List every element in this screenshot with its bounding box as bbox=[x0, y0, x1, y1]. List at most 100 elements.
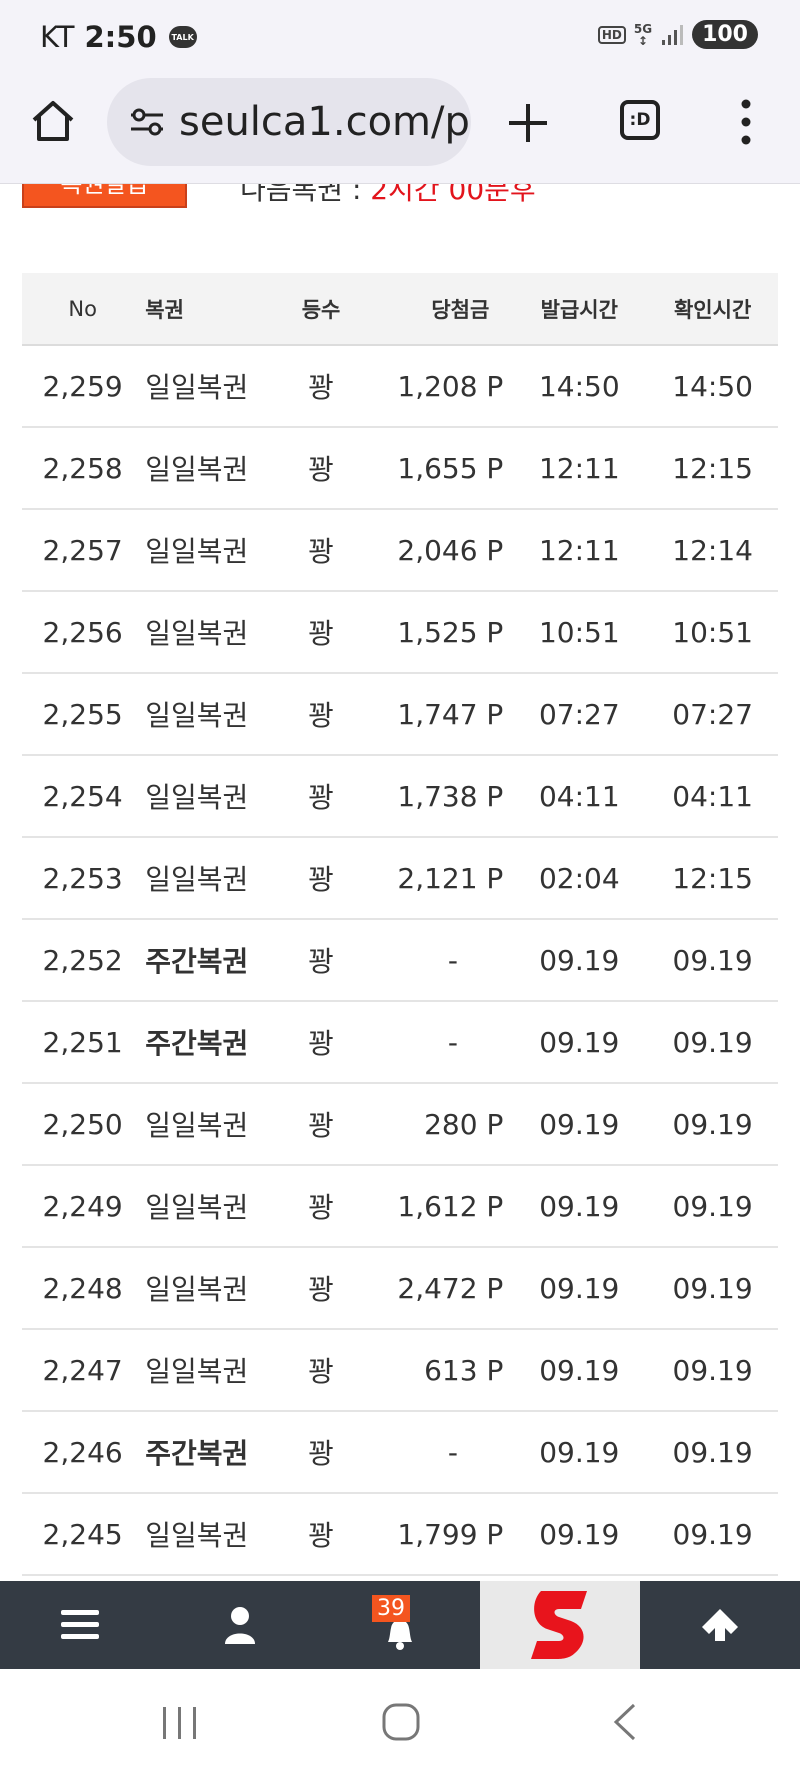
row-check-time: 04:11 bbox=[672, 779, 753, 813]
row-lottery-type: 일일복권 bbox=[145, 617, 249, 650]
lottery-header: 복권발급 다음복권 : 2시간 00분후 bbox=[0, 184, 800, 224]
row-prize: 1,612 P bbox=[397, 1189, 504, 1223]
table-row: 2,249 일일복권 꽝 1,612 P 09.19 09.19 bbox=[22, 1165, 778, 1247]
table-row: 2,254 일일복권 꽝 1,738 P 04:11 04:11 bbox=[22, 755, 778, 837]
home-circle-icon[interactable] bbox=[382, 1703, 420, 1741]
row-check-time: 10:51 bbox=[672, 615, 753, 649]
row-check-time: 12:15 bbox=[672, 451, 753, 485]
table-row: 2,245 일일복권 꽝 1,799 P 09.19 09.19 bbox=[22, 1493, 778, 1575]
row-issue-time: 09.19 bbox=[539, 1435, 620, 1469]
row-issue-time: 10:51 bbox=[538, 615, 620, 649]
table-row: 2,247 일일복권 꽝 613 P 09.19 09.19 bbox=[22, 1329, 778, 1411]
row-no: 2,254 bbox=[42, 779, 123, 813]
url-text[interactable]: seulca1.com/p bbox=[179, 99, 470, 145]
row-prize: 280 P bbox=[424, 1107, 504, 1141]
row-prize: 1,525 P bbox=[397, 615, 504, 649]
row-check-time: 09.19 bbox=[672, 943, 753, 977]
col-header-check-time: 확인시간 bbox=[673, 297, 752, 322]
site-settings-icon[interactable] bbox=[127, 102, 167, 142]
row-check-time: 09.19 bbox=[672, 1517, 753, 1551]
table-row: 2,256 일일복권 꽝 1,525 P 10:51 10:51 bbox=[22, 591, 778, 673]
col-header-no: No bbox=[68, 296, 97, 321]
battery-indicator: 100 bbox=[692, 20, 758, 49]
row-prize: - bbox=[447, 943, 458, 977]
row-rank: 꽝 bbox=[308, 1109, 334, 1142]
row-check-time: 14:50 bbox=[672, 369, 753, 403]
table-row: 2,252 주간복권 꽝 - 09.19 09.19 bbox=[22, 919, 778, 1001]
row-issue-time: 02:04 bbox=[538, 861, 620, 895]
row-rank: 꽝 bbox=[308, 781, 334, 814]
nav-user-button[interactable] bbox=[160, 1581, 320, 1669]
row-no: 2,250 bbox=[42, 1107, 123, 1141]
row-issue-time: 09.19 bbox=[539, 1353, 620, 1387]
hd-voice-icon: HD bbox=[597, 25, 626, 44]
row-lottery-type: 주간복권 bbox=[145, 945, 249, 978]
row-no: 2,251 bbox=[42, 1025, 123, 1059]
row-lottery-type: 일일복권 bbox=[145, 1273, 249, 1306]
row-lottery-type: 일일복권 bbox=[145, 1109, 249, 1142]
user-icon bbox=[225, 1607, 255, 1644]
col-header-type: 복권 bbox=[145, 297, 184, 322]
nav-menu-button[interactable] bbox=[0, 1581, 160, 1669]
row-prize: 2,472 P bbox=[397, 1271, 504, 1305]
menu-icon bbox=[61, 1610, 99, 1639]
row-no: 2,256 bbox=[42, 615, 123, 649]
next-lottery-text: 다음복권 : 2시간 00분후 bbox=[240, 184, 536, 206]
row-issue-time: 04:11 bbox=[538, 779, 620, 813]
row-rank: 꽝 bbox=[308, 1273, 334, 1306]
nav-scroll-top-button[interactable] bbox=[640, 1581, 800, 1669]
browser-toolbar: seulca1.com/p :D bbox=[0, 74, 800, 184]
row-rank: 꽝 bbox=[308, 535, 334, 568]
notification-count-badge: 39 bbox=[372, 1595, 410, 1622]
system-nav-bar bbox=[0, 1669, 800, 1778]
carrier-label: KT bbox=[40, 20, 75, 54]
row-lottery-type: 일일복권 bbox=[145, 371, 249, 404]
site-logo bbox=[531, 1591, 587, 1659]
row-lottery-type: 일일복권 bbox=[145, 699, 249, 732]
row-rank: 꽝 bbox=[308, 617, 334, 650]
more-vert-icon[interactable] bbox=[736, 96, 756, 148]
row-prize: - bbox=[447, 1435, 458, 1469]
col-header-prize: 당첨금 bbox=[431, 297, 490, 322]
nav-notification-button[interactable]: 39 bbox=[320, 1581, 480, 1669]
table-header-row: No 복권 등수 당첨금 발급시간 확인시간 bbox=[22, 273, 778, 345]
signal-icon bbox=[662, 24, 684, 45]
col-header-issue-time: 발급시간 bbox=[540, 297, 618, 322]
back-icon[interactable] bbox=[612, 1703, 638, 1741]
row-check-time: 09.19 bbox=[672, 1435, 753, 1469]
row-lottery-type: 일일복권 bbox=[145, 535, 249, 568]
table-row: 2,250 일일복권 꽝 280 P 09.19 09.19 bbox=[22, 1083, 778, 1165]
address-bar[interactable]: seulca1.com/p bbox=[107, 78, 471, 166]
row-prize: 1,799 P bbox=[397, 1517, 504, 1551]
table-row: 2,259 일일복권 꽝 1,208 P 14:50 14:50 bbox=[22, 345, 778, 427]
clock: 2:50 bbox=[84, 20, 157, 54]
table-row: 2,253 일일복권 꽝 2,121 P 02:04 12:15 bbox=[22, 837, 778, 919]
row-lottery-type: 일일복권 bbox=[145, 781, 249, 814]
col-header-rank: 등수 bbox=[301, 297, 341, 322]
tabs-button[interactable]: :D bbox=[620, 100, 660, 140]
issue-lottery-button[interactable]: 복권발급 bbox=[22, 184, 187, 208]
row-prize: 1,655 P bbox=[397, 451, 504, 485]
row-check-time: 09.19 bbox=[672, 1271, 753, 1305]
row-check-time: 07:27 bbox=[672, 697, 753, 731]
row-no: 2,245 bbox=[42, 1517, 123, 1551]
row-check-time: 12:15 bbox=[672, 861, 753, 895]
row-lottery-type: 일일복권 bbox=[145, 1519, 249, 1552]
row-rank: 꽝 bbox=[308, 863, 334, 896]
recents-icon[interactable] bbox=[160, 1705, 200, 1741]
home-icon[interactable] bbox=[30, 98, 76, 144]
row-issue-time: 09.19 bbox=[539, 1107, 620, 1141]
row-issue-time: 14:50 bbox=[538, 369, 620, 403]
row-prize: 1,738 P bbox=[397, 779, 504, 813]
row-lottery-type: 주간복권 bbox=[145, 1027, 249, 1060]
new-tab-icon[interactable] bbox=[505, 100, 551, 146]
row-check-time: 09.19 bbox=[672, 1107, 753, 1141]
row-issue-time: 09.19 bbox=[539, 1517, 620, 1551]
row-rank: 꽝 bbox=[308, 1519, 334, 1552]
row-prize: 613 P bbox=[424, 1353, 504, 1387]
row-rank: 꽝 bbox=[308, 699, 334, 732]
row-issue-time: 09.19 bbox=[539, 943, 620, 977]
row-issue-time: 12:11 bbox=[538, 533, 620, 567]
row-rank: 꽝 bbox=[308, 453, 334, 486]
nav-home-logo[interactable] bbox=[480, 1581, 640, 1669]
